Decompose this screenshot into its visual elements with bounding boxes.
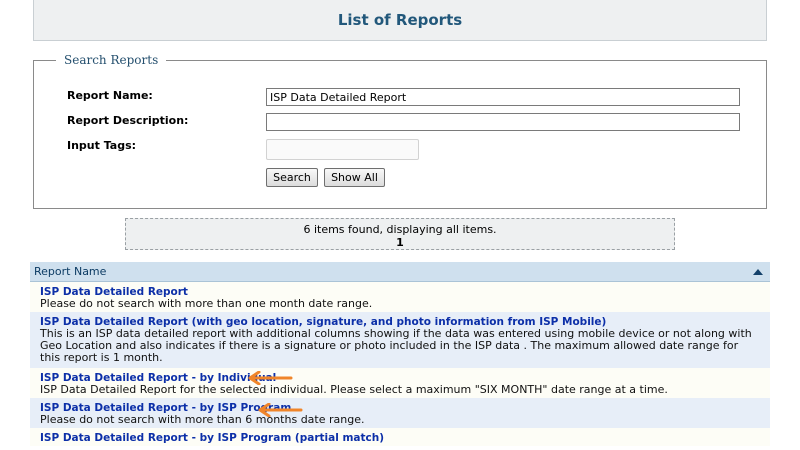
orange-arrow-icon [258, 403, 303, 417]
title-bar: List of Reports [33, 0, 767, 41]
column-header-report-name[interactable]: Report Name [34, 265, 106, 278]
report-description: This is an ISP data detailed report with… [40, 327, 752, 364]
page-title: List of Reports [337, 11, 463, 29]
report-name-label: Report Name: [67, 89, 153, 102]
table-row: ISP Data Detailed Report - by ISP Progra… [30, 398, 770, 428]
page-number[interactable]: 1 [126, 236, 674, 249]
search-reports-fieldset: Search Reports Report Name: Report Descr… [33, 53, 767, 209]
table-row: ISP Data Detailed Report Please do not s… [30, 282, 770, 312]
orange-arrow-icon [248, 371, 293, 385]
pager: 6 items found, displaying all items. 1 [125, 218, 675, 250]
report-link[interactable]: ISP Data Detailed Report - by ISP Progra… [40, 432, 384, 444]
input-tags-field[interactable] [266, 139, 419, 160]
table-row: ISP Data Detailed Report (with geo locat… [30, 312, 770, 368]
input-tags-label: Input Tags: [67, 139, 137, 152]
report-description-input[interactable] [266, 113, 740, 131]
search-legend: Search Reports [56, 53, 167, 67]
table-header[interactable]: Report Name [30, 262, 770, 282]
sort-ascending-icon[interactable] [753, 268, 763, 275]
report-description: ISP Data Detailed Report for the selecte… [40, 383, 668, 396]
report-name-input[interactable] [266, 88, 740, 106]
table-row: ISP Data Detailed Report - by ISP Progra… [30, 428, 770, 446]
report-description-label: Report Description: [67, 114, 189, 127]
search-button[interactable]: Search [266, 168, 318, 187]
report-description: Please do not search with more than 6 mo… [40, 413, 365, 426]
report-description: Please do not search with more than one … [40, 297, 373, 310]
pager-summary: 6 items found, displaying all items. [303, 223, 497, 236]
table-row: ISP Data Detailed Report - by Individual… [30, 368, 770, 398]
show-all-button[interactable]: Show All [324, 168, 385, 187]
reports-table: Report Name ISP Data Detailed Report Ple… [30, 262, 770, 446]
